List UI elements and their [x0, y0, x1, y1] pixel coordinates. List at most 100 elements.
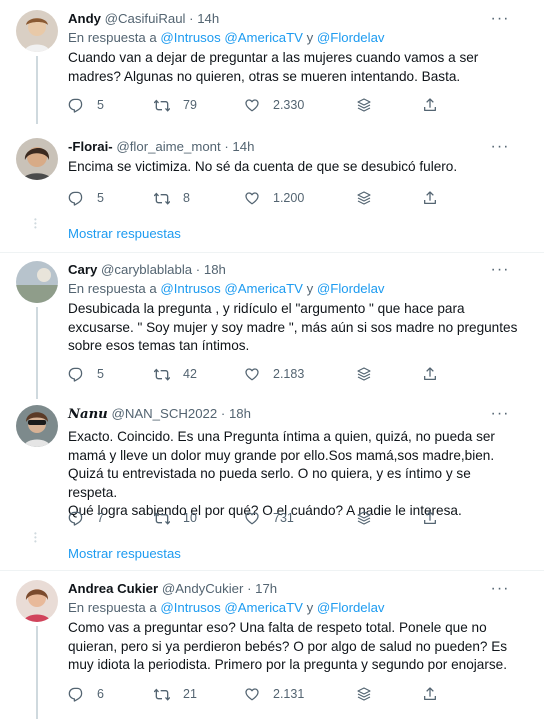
activity-button[interactable] — [356, 189, 372, 207]
show-replies-link[interactable]: Mostrar respuestas — [68, 546, 181, 561]
retweet-count: 21 — [183, 687, 197, 701]
reply-button[interactable]: 5 — [68, 189, 104, 207]
user-handle[interactable]: @CasifuiRaul — [105, 11, 186, 26]
separator-dot: · — [224, 139, 229, 154]
like-button[interactable]: 2.330 — [244, 96, 304, 114]
reply-icon — [68, 97, 84, 113]
retweet-icon — [154, 686, 170, 702]
more-options-icon[interactable]: ··· — [490, 406, 510, 422]
more-options-icon[interactable]: ··· — [490, 139, 510, 155]
reply-icon — [68, 190, 84, 206]
avatar[interactable] — [16, 405, 58, 447]
user-handle[interactable]: @NAN_SCH2022 — [111, 406, 217, 421]
activity-button[interactable] — [356, 96, 372, 114]
activity-icon — [356, 366, 372, 382]
avatar[interactable] — [16, 138, 58, 180]
retweet-count: 10 — [183, 511, 197, 525]
like-count: 2.330 — [273, 98, 305, 112]
like-button[interactable]: 2.131 — [244, 685, 304, 703]
activity-icon — [356, 686, 372, 702]
retweet-button[interactable]: 10 — [154, 509, 197, 527]
retweet-button[interactable]: 8 — [154, 189, 190, 207]
separator-dot: · — [195, 262, 201, 277]
thread-connector — [36, 626, 38, 719]
share-button[interactable] — [422, 96, 438, 114]
user-handle[interactable]: @AndyCukier — [162, 581, 244, 596]
like-count: 1.200 — [273, 191, 305, 205]
share-button[interactable] — [422, 189, 438, 207]
user-handle[interactable]: @flor_aime_mont — [116, 139, 220, 154]
retweet-count: 79 — [183, 98, 197, 112]
replying-to: En respuesta a @Intrusos @AmericaTV y @F… — [68, 30, 385, 45]
share-icon — [422, 190, 438, 206]
separator-dot: · — [220, 406, 226, 421]
timestamp[interactable]: 17h — [255, 581, 277, 596]
activity-button[interactable] — [356, 509, 372, 527]
activity-button[interactable] — [356, 365, 372, 383]
display-name[interactable]: -Florai- — [68, 139, 113, 154]
avatar[interactable] — [16, 261, 58, 303]
activity-icon — [356, 190, 372, 206]
share-icon — [422, 510, 438, 526]
like-button[interactable]: 1.200 — [244, 189, 304, 207]
retweet-icon — [154, 510, 170, 526]
retweet-icon — [154, 366, 170, 382]
like-button[interactable]: 2.183 — [244, 365, 304, 383]
reply-count: 5 — [97, 98, 104, 112]
retweet-button[interactable]: 21 — [154, 685, 197, 703]
like-button[interactable]: 731 — [244, 509, 294, 527]
display-name[interactable]: Andrea Cukier — [68, 581, 158, 596]
mention-link[interactable]: @Flordelav — [317, 30, 385, 45]
action-bar: 6 21 2.131 — [68, 685, 448, 703]
retweet-button[interactable]: 42 — [154, 365, 197, 383]
thread-dots: • • • — [34, 215, 37, 232]
replying-to-joiner: y — [302, 30, 317, 45]
action-bar: 5 79 2.330 — [68, 96, 448, 114]
activity-button[interactable] — [356, 685, 372, 703]
timestamp[interactable]: 14h — [197, 11, 219, 26]
mention-link[interactable]: @Flordelav — [317, 600, 385, 615]
reply-icon — [68, 366, 84, 382]
display-name[interactable]: Andy — [68, 11, 101, 26]
avatar[interactable] — [16, 10, 58, 52]
more-options-icon[interactable]: ··· — [490, 581, 510, 597]
timestamp[interactable]: 14h — [232, 139, 254, 154]
share-icon — [422, 97, 438, 113]
retweet-count: 42 — [183, 367, 197, 381]
share-button[interactable] — [422, 509, 438, 527]
display-name[interactable]: 𝑵𝒂𝒏𝒖 — [68, 407, 108, 422]
tweet-header: 𝑵𝒂𝒏𝒖 @NAN_SCH2022 · 18h — [68, 406, 251, 422]
mention-links[interactable]: @Intrusos @AmericaTV — [160, 600, 303, 615]
user-handle[interactable]: @caryblablabla — [101, 262, 192, 277]
tweet-header: Cary @caryblablabla · 18h — [68, 262, 226, 277]
more-options-icon[interactable]: ··· — [490, 11, 510, 27]
timestamp[interactable]: 18h — [229, 406, 251, 421]
more-options-icon[interactable]: ··· — [490, 262, 510, 278]
display-name[interactable]: Cary — [68, 262, 97, 277]
share-button[interactable] — [422, 685, 438, 703]
thread-connector — [36, 307, 38, 399]
reply-button[interactable]: 6 — [68, 685, 104, 703]
replying-to-prefix: En respuesta a — [68, 600, 161, 615]
mention-links[interactable]: @Intrusos @AmericaTV — [160, 281, 303, 296]
replies-feed: Andy @CasifuiRaul · 14h ··· En respuesta… — [0, 0, 544, 719]
reply-button[interactable]: 5 — [68, 96, 104, 114]
reply-count: 5 — [97, 191, 104, 205]
avatar[interactable] — [16, 580, 58, 622]
tweet-text: Exacto. Coincido. Es una Pregunta íntima… — [68, 429, 495, 519]
mention-link[interactable]: @Flordelav — [317, 281, 385, 296]
replying-to-prefix: En respuesta a — [68, 30, 161, 45]
share-button[interactable] — [422, 365, 438, 383]
replying-to: En respuesta a @Intrusos @AmericaTV y @F… — [68, 600, 385, 615]
mention-links[interactable]: @Intrusos @AmericaTV — [160, 30, 303, 45]
timestamp[interactable]: 18h — [204, 262, 226, 277]
tweet-header: -Florai- @flor_aime_mont · 14h — [68, 139, 254, 154]
retweet-button[interactable]: 79 — [154, 96, 197, 114]
show-replies-link[interactable]: Mostrar respuestas — [68, 226, 181, 241]
reply-button[interactable]: 7 — [68, 509, 104, 527]
thread-dots: • • • — [34, 529, 37, 546]
reply-button[interactable]: 5 — [68, 365, 104, 383]
reply-count: 7 — [97, 511, 104, 525]
retweet-count: 8 — [183, 191, 190, 205]
share-icon — [422, 366, 438, 382]
